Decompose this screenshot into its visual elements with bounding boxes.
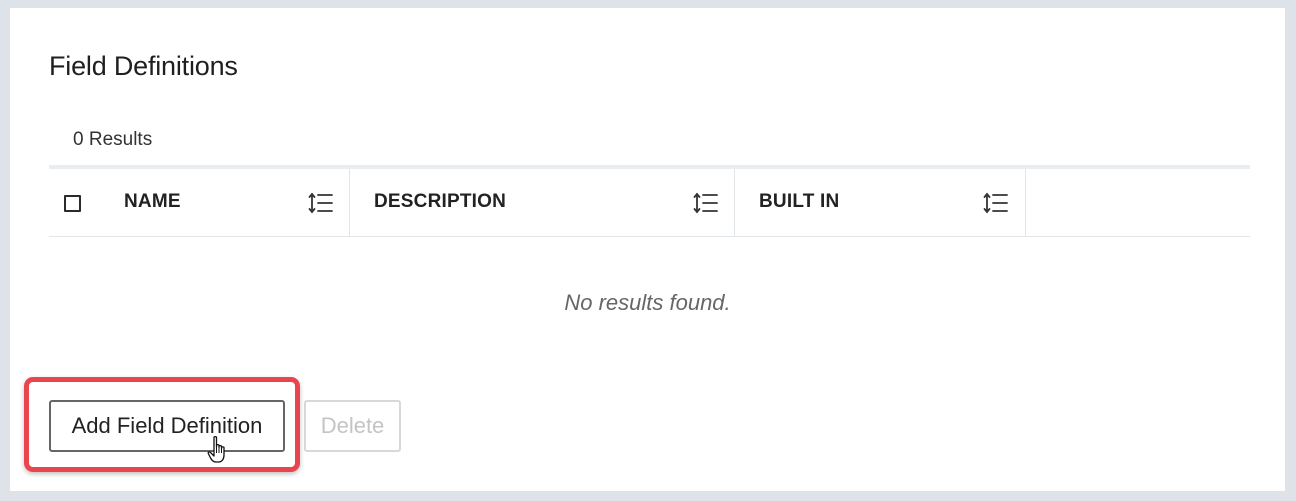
sort-icon[interactable] <box>983 191 1009 215</box>
column-header-description: DESCRIPTION <box>350 169 735 236</box>
column-label-name: NAME <box>124 191 181 212</box>
sort-icon[interactable] <box>308 191 334 215</box>
sort-icon[interactable] <box>693 191 719 215</box>
hand-pointer-cursor-icon <box>207 435 225 463</box>
empty-state-message: No results found. <box>564 290 731 315</box>
column-label-built-in: BUILT IN <box>759 191 840 212</box>
add-field-definition-button[interactable]: Add Field Definition <box>49 400 285 452</box>
column-label-description: DESCRIPTION <box>374 191 507 212</box>
results-count: 0 Results <box>73 129 153 150</box>
delete-button[interactable]: Delete <box>304 400 401 452</box>
column-header-name: NAME <box>49 169 350 236</box>
field-definitions-panel: Field Definitions 0 Results NAME DESCRIP… <box>10 8 1285 491</box>
page-title: Field Definitions <box>49 51 238 81</box>
table-header-row: NAME DESCRIPTION BUILT IN <box>49 169 1250 237</box>
column-header-built-in: BUILT IN <box>735 169 1026 236</box>
